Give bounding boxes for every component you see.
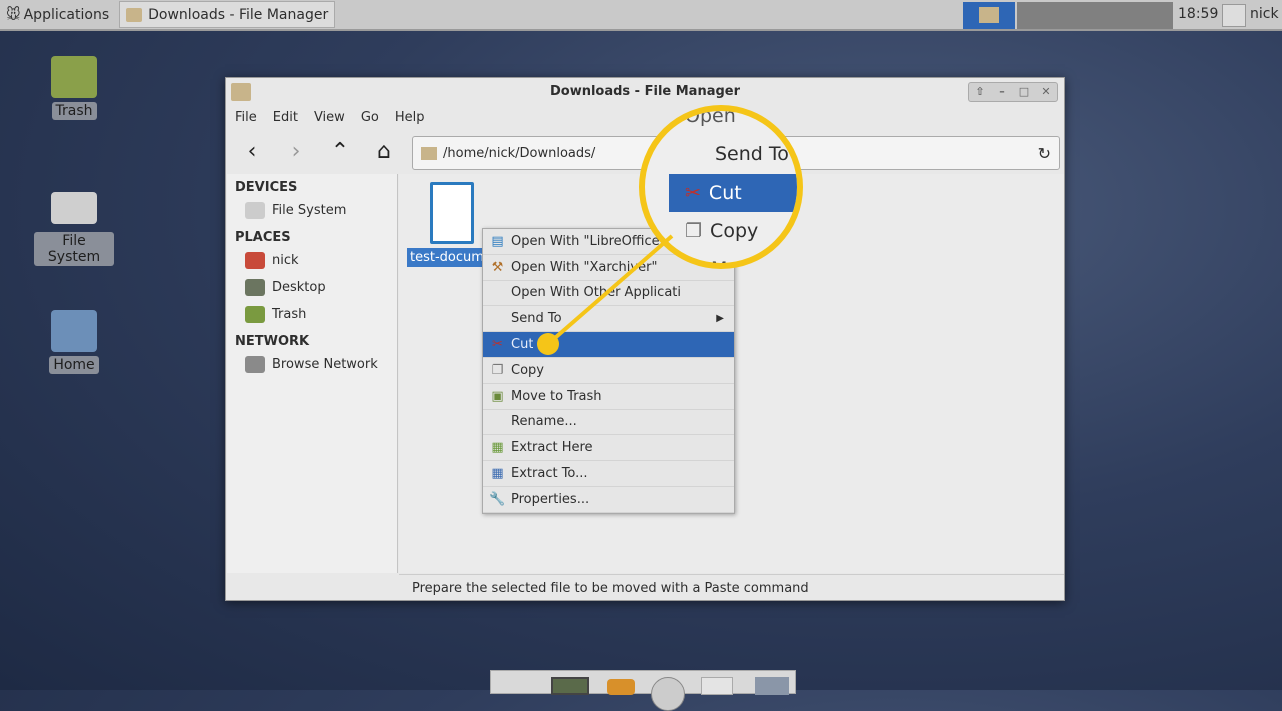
app-finder-icon[interactable]	[701, 677, 733, 695]
file-manager-icon[interactable]	[607, 679, 635, 695]
callout-line	[546, 234, 674, 346]
callout-pointer	[537, 234, 674, 355]
browser-icon[interactable]	[651, 677, 685, 711]
dock	[490, 670, 796, 711]
terminal-icon[interactable]	[551, 677, 589, 695]
callout-dot	[537, 333, 559, 355]
folder-icon[interactable]	[755, 677, 789, 695]
